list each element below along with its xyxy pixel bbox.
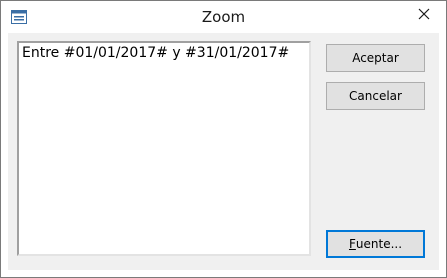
font-button-label: uente... [355, 237, 403, 251]
font-button[interactable]: Fuente... [326, 230, 425, 258]
font-button-accesskey: F [348, 237, 356, 251]
dialog-body: Entre #01/01/2017# y #31/01/2017# Acepta… [8, 33, 439, 270]
close-icon [418, 5, 430, 24]
window-title: Zoom [201, 8, 246, 26]
close-button[interactable] [407, 1, 441, 27]
accept-button[interactable]: Aceptar [326, 44, 425, 72]
cancel-button[interactable]: Cancelar [326, 82, 425, 110]
zoom-text-editor[interactable]: Entre #01/01/2017# y #31/01/2017# [17, 41, 311, 256]
zoom-dialog: Zoom Entre #01/01/2017# y #31/01/2017# A… [0, 0, 447, 278]
title-bar[interactable]: Zoom [1, 1, 446, 33]
